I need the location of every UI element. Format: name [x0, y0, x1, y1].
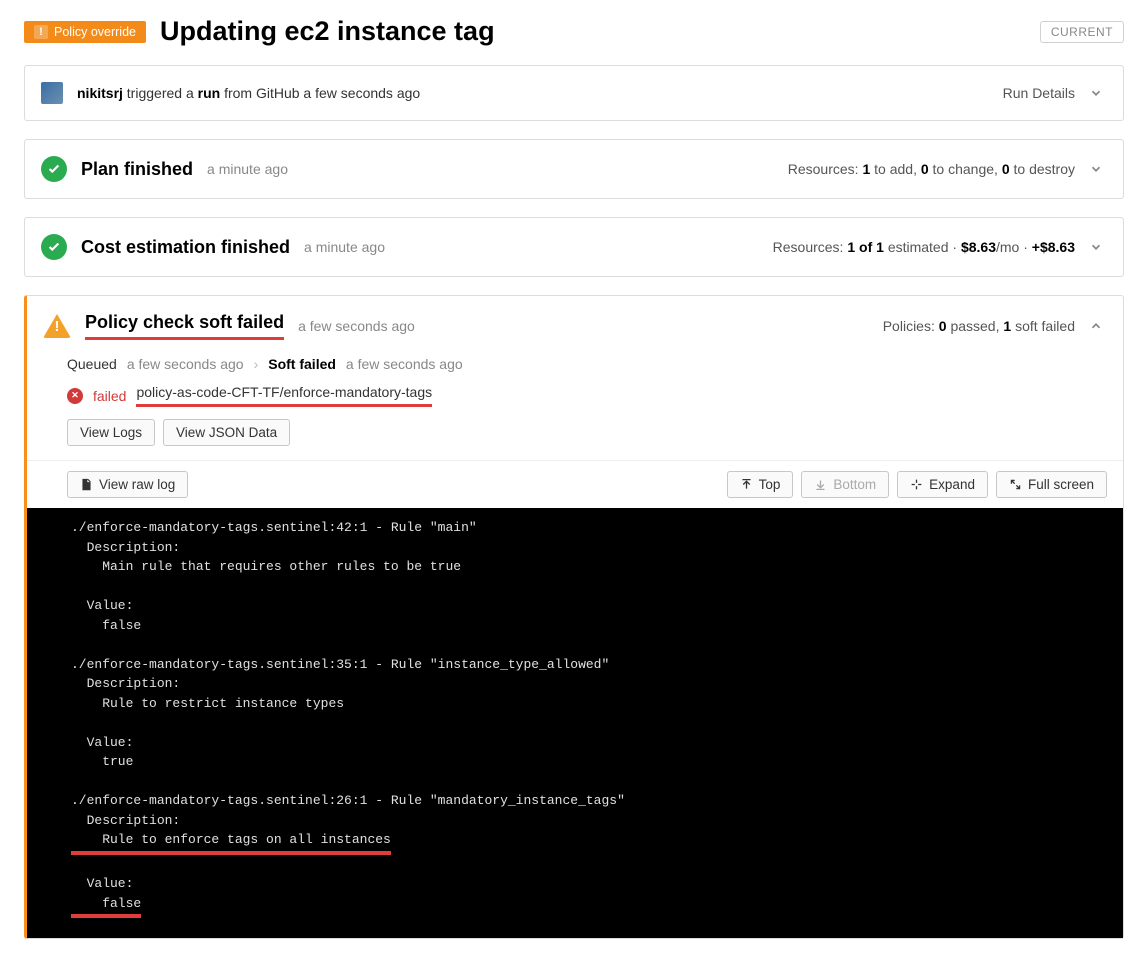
policy-name: policy-as-code-CFT-TF/enforce-mandatory-…	[136, 384, 432, 407]
plan-title: Plan finished	[81, 159, 193, 180]
policy-summary: Policies: 0 passed, 1 soft failed	[883, 318, 1075, 334]
policy-timestamp: a few seconds ago	[298, 318, 415, 334]
plan-card: Plan finished a minute ago Resources: 1 …	[24, 139, 1124, 199]
chevron-down-icon[interactable]	[1089, 240, 1103, 254]
document-icon	[80, 478, 93, 491]
plan-timestamp: a minute ago	[207, 161, 288, 177]
log-terminal: ./enforce-mandatory-tags.sentinel:42:1 -…	[27, 508, 1123, 938]
cost-timestamp: a minute ago	[304, 239, 385, 255]
view-json-button[interactable]: View JSON Data	[163, 419, 290, 446]
cost-card: Cost estimation finished a minute ago Re…	[24, 217, 1124, 277]
policy-card: Policy check soft failed a few seconds a…	[24, 295, 1124, 939]
arrow-down-icon	[814, 478, 827, 491]
policy-title: Policy check soft failed	[85, 312, 284, 340]
cost-title: Cost estimation finished	[81, 237, 290, 258]
plan-resources: Resources: 1 to add, 0 to change, 0 to d…	[788, 161, 1075, 177]
policy-override-badge: Policy override	[24, 21, 146, 43]
view-logs-button[interactable]: View Logs	[67, 419, 155, 446]
view-raw-log-button[interactable]: View raw log	[67, 471, 188, 498]
chevron-down-icon[interactable]	[1089, 86, 1103, 100]
failed-label: failed	[93, 388, 126, 404]
trigger-card: nikitsrj triggered a run from GitHub a f…	[24, 65, 1124, 121]
fullscreen-icon	[1009, 478, 1022, 491]
trigger-run: run	[198, 85, 221, 101]
avatar	[41, 82, 63, 104]
policy-breadcrumb: Queued a few seconds ago › Soft failed a…	[27, 356, 1123, 384]
run-details-link[interactable]: Run Details	[1003, 85, 1075, 101]
top-button[interactable]: Top	[727, 471, 794, 498]
expand-button[interactable]: Expand	[897, 471, 988, 498]
warning-icon	[43, 314, 71, 338]
arrow-up-icon	[740, 478, 753, 491]
expand-icon	[910, 478, 923, 491]
cost-resources: Resources: 1 of 1 estimated · $8.63/mo ·…	[773, 239, 1075, 255]
check-icon	[41, 156, 67, 182]
chevron-down-icon[interactable]	[1089, 162, 1103, 176]
trigger-user: nikitsrj	[77, 85, 123, 101]
check-icon	[41, 234, 67, 260]
chevron-up-icon[interactable]	[1089, 319, 1103, 333]
trigger-verb: triggered a	[127, 85, 194, 101]
fail-icon	[67, 388, 83, 404]
page-title: Updating ec2 instance tag	[160, 16, 1026, 47]
fullscreen-button[interactable]: Full screen	[996, 471, 1107, 498]
trigger-source: from GitHub a few seconds ago	[224, 85, 420, 101]
trigger-text: nikitsrj triggered a run from GitHub a f…	[77, 85, 989, 101]
bottom-button[interactable]: Bottom	[801, 471, 889, 498]
current-badge: CURRENT	[1040, 21, 1124, 43]
